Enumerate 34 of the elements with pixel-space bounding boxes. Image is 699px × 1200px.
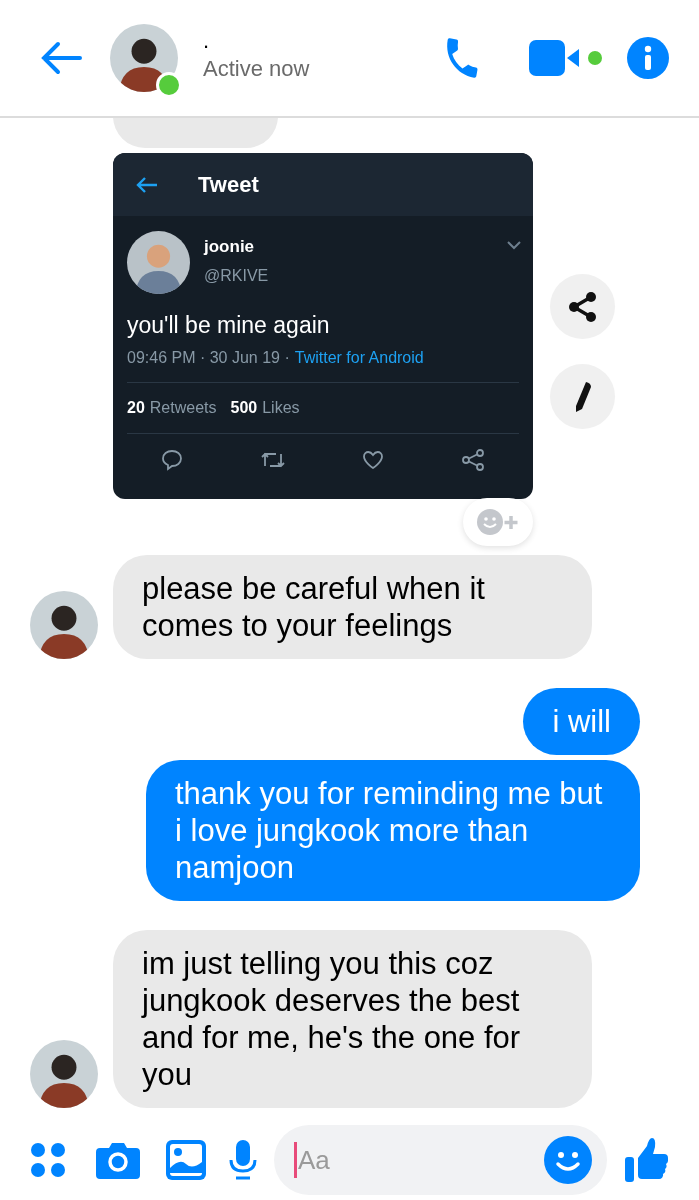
share-icon	[566, 290, 599, 323]
like-label: Likes	[262, 398, 300, 418]
message-bubble: please be careful when it comes to your feelings	[113, 555, 592, 659]
message-bubble: i will	[523, 688, 640, 755]
text-cursor	[294, 1142, 297, 1178]
smiley-plus-icon	[476, 508, 520, 536]
video-camera-icon[interactable]	[529, 38, 605, 78]
message-bubble: im just telling you this coz jungkook deserves the best and for me, he's the one for you	[113, 930, 592, 1108]
emoji-icon[interactable]	[544, 1136, 592, 1184]
tweet-author: joonie	[204, 236, 256, 258]
message-input[interactable]: Aa	[274, 1125, 607, 1195]
contact-name: .	[203, 27, 211, 55]
info-icon[interactable]	[627, 37, 669, 79]
reply-icon[interactable]	[160, 448, 185, 472]
tweet-time: 09:46 PM · 30 Jun 19 ·	[127, 348, 290, 368]
retweet-count: 20	[127, 398, 145, 418]
thumbs-up-icon[interactable]	[625, 1137, 669, 1183]
message-bubble: thank you for reminding me but i love jungkook more than namjoon	[146, 760, 640, 901]
retweet-label: Retweets	[149, 398, 217, 418]
apps-icon[interactable]	[30, 1142, 66, 1178]
tweet-source-link[interactable]: Twitter for Android	[294, 347, 424, 369]
heart-icon[interactable]	[361, 448, 386, 472]
back-arrow-icon	[136, 175, 158, 194]
tweet-text: you'll be mine again	[127, 311, 331, 340]
chevron-down-icon	[507, 241, 521, 250]
camera-icon[interactable]	[96, 1141, 140, 1179]
image-icon[interactable]	[166, 1140, 206, 1180]
like-count: 500	[230, 398, 258, 418]
tweet-title: Tweet	[198, 171, 259, 199]
share-icon[interactable]	[459, 448, 486, 472]
back-arrow-icon[interactable]	[40, 41, 82, 75]
active-status: Active now	[203, 55, 310, 83]
microphone-icon[interactable]	[228, 1140, 258, 1180]
tweet-handle: @RKIVE	[204, 266, 269, 286]
